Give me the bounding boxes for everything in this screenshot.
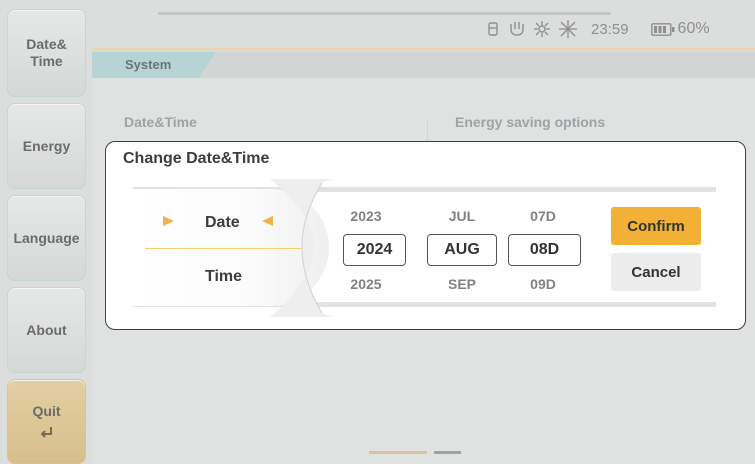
tab-system-label: System — [125, 57, 172, 72]
clock-time: 23:59 — [591, 20, 629, 38]
year-prev[interactable]: 2023 — [336, 208, 396, 224]
mode-time[interactable]: Time — [205, 268, 242, 286]
date-left-arrow-icon — [163, 216, 174, 226]
mode-date[interactable]: Date — [205, 214, 240, 232]
day-next[interactable]: 09D — [513, 276, 573, 292]
section-divider — [427, 120, 428, 142]
month-prev[interactable]: JUL — [432, 208, 492, 224]
battery-icon — [650, 22, 675, 36]
status-icons: 23:59 60% — [487, 18, 710, 40]
day-field[interactable]: 08D — [508, 234, 581, 266]
section-date-time[interactable]: Date&Time — [124, 114, 197, 130]
year-field[interactable]: 2024 — [343, 234, 406, 266]
sidebar-item-energy[interactable]: Energy — [7, 103, 86, 189]
page-indicator-active[interactable] — [369, 451, 427, 454]
battery-level: 60% — [677, 20, 710, 37]
date-right-arrow-icon — [262, 216, 273, 226]
usb-plug-icon — [510, 22, 524, 36]
return-icon — [40, 427, 52, 438]
year-next[interactable]: 2025 — [336, 276, 396, 292]
header-divider — [92, 48, 755, 50]
cancel-button[interactable]: Cancel — [611, 253, 701, 291]
day-prev[interactable]: 07D — [513, 208, 573, 224]
page-indicator-inactive[interactable] — [434, 451, 461, 454]
lock-icon — [488, 22, 498, 36]
quit-label: Quit — [32, 403, 61, 419]
sidebar-item-about[interactable]: About — [7, 287, 86, 373]
month-field[interactable]: AUG — [427, 234, 497, 266]
quit-button[interactable]: Quit — [7, 379, 86, 464]
section-energy-saving[interactable]: Energy saving options — [455, 114, 605, 130]
dialog-title: Change Date&Time — [123, 150, 270, 167]
sidebar-item-date-time[interactable]: Date& Time — [7, 9, 86, 97]
network-icon — [534, 21, 550, 37]
confirm-button[interactable]: Confirm — [611, 207, 701, 245]
mode-selection-underline — [145, 248, 301, 249]
sun-icon — [559, 20, 577, 38]
top-drag-handle — [158, 12, 611, 15]
sidebar: Date& Time Energy Language About Quit — [0, 0, 92, 464]
month-next[interactable]: SEP — [432, 276, 492, 292]
sidebar-item-language[interactable]: Language — [7, 195, 86, 281]
